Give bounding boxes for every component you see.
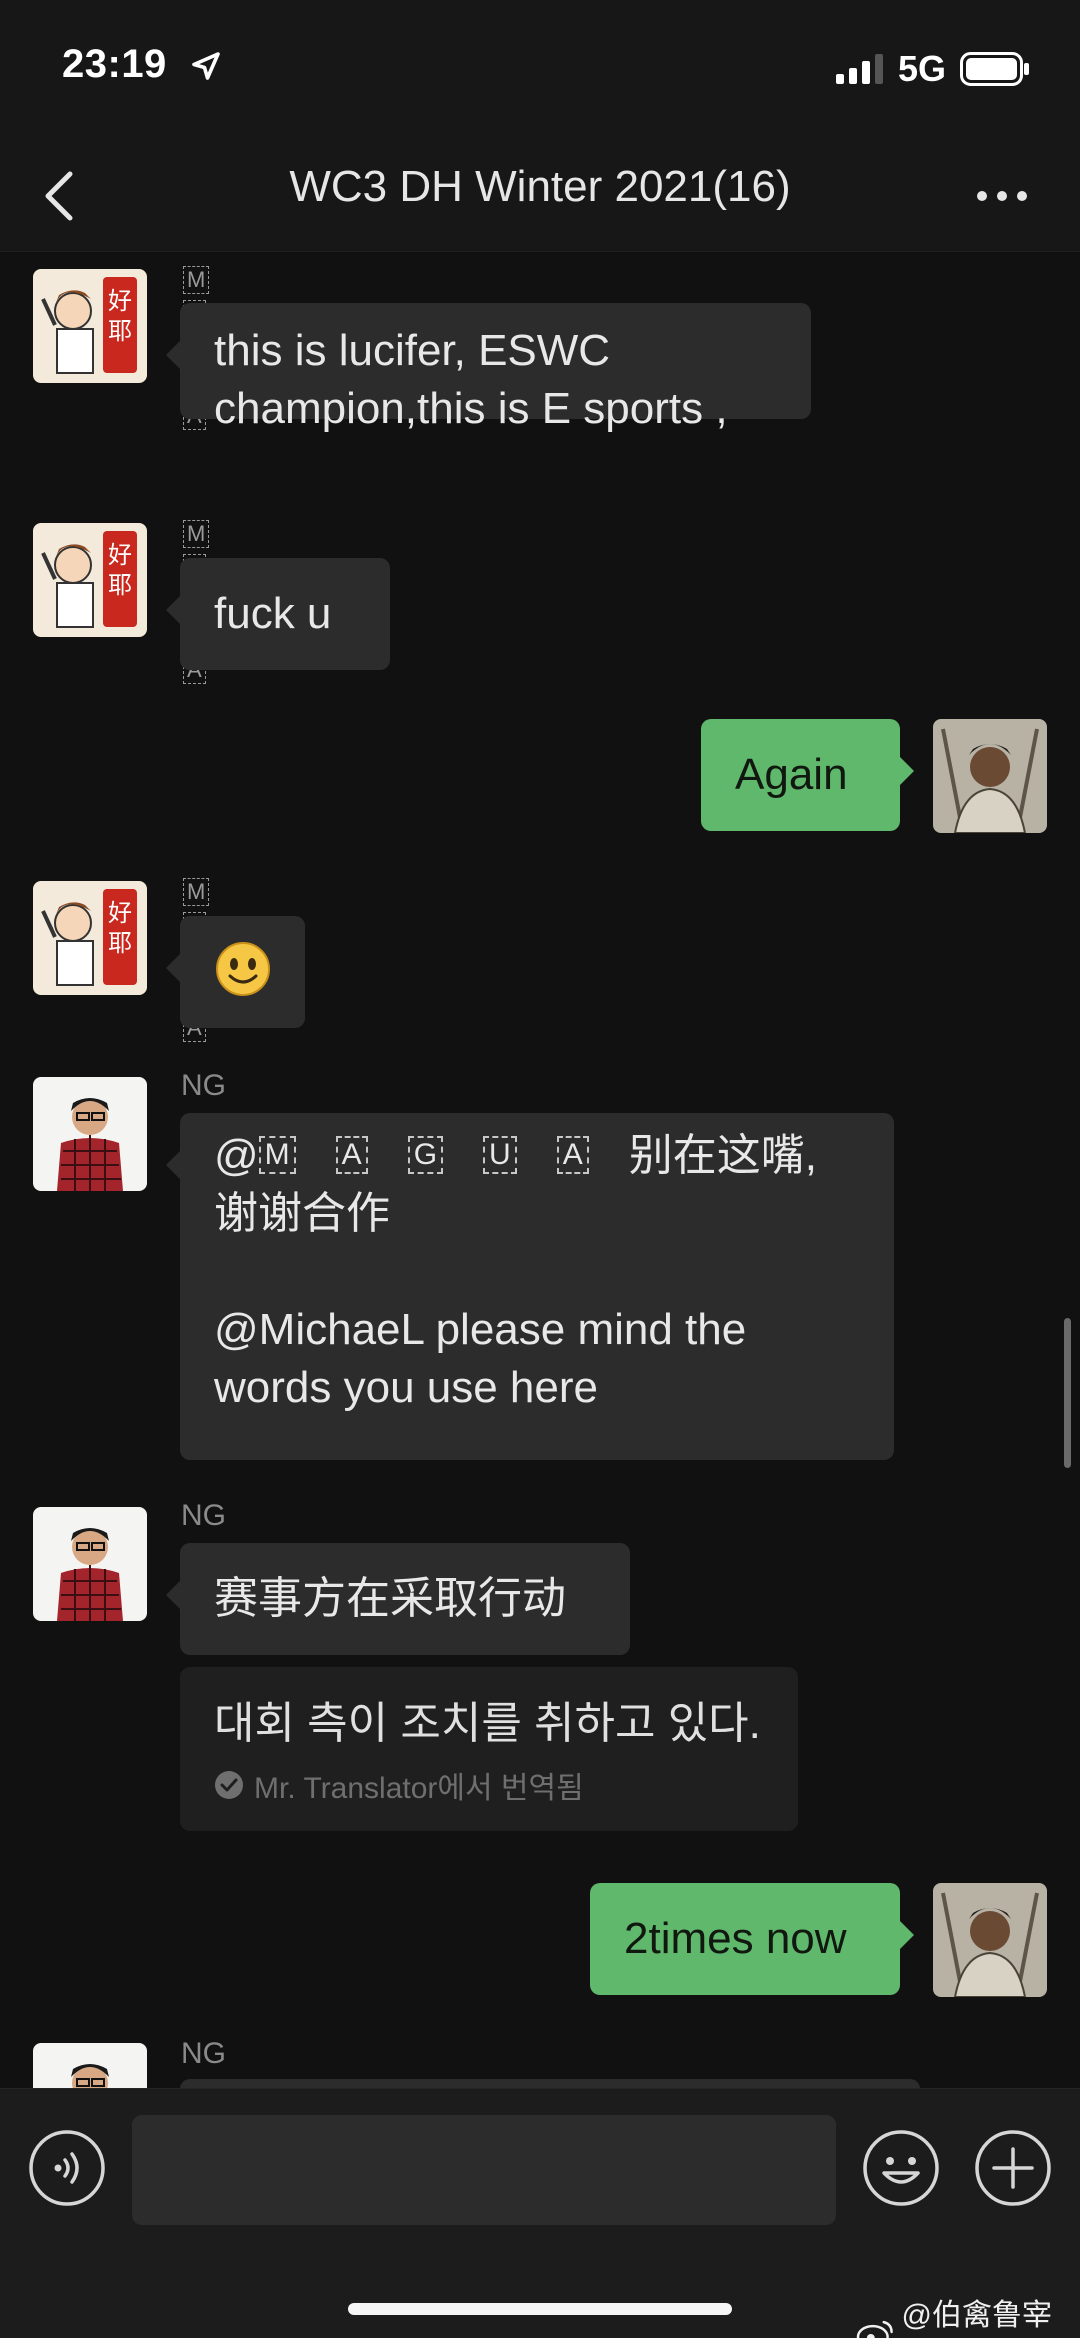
avatar-self[interactable] <box>933 719 1047 833</box>
check-circle-icon <box>215 1771 243 1799</box>
message-text: Again <box>735 750 848 799</box>
sender-name: NG <box>181 1069 226 1102</box>
message-bubble[interactable]: this is lucifer, ESWC champion,this is E… <box>166 303 811 433</box>
message-text: 2times now <box>624 1914 847 1963</box>
message-bubble-outgoing[interactable]: 2times now <box>590 1883 914 1995</box>
translation-box[interactable]: 대회 측이 조치를 취하고 있다. Mr. Translator에서 번역됨 <box>180 1667 798 1831</box>
battery-icon <box>960 52 1029 86</box>
message-bubble[interactable]: fuck u <box>166 558 390 670</box>
translation-text: 대회 측이 조치를 취하고 있다. <box>214 1699 761 1748</box>
voice-input-icon[interactable] <box>28 2129 106 2207</box>
message-bubble[interactable]: 赛事方在采取行动 <box>166 1543 630 1655</box>
svg-text:耶: 耶 <box>108 317 132 345</box>
cellular-signal-icon <box>836 54 883 84</box>
svg-text:耶: 耶 <box>108 929 132 957</box>
message-bubble[interactable] <box>180 2079 920 2088</box>
network-type: 5G <box>898 48 947 89</box>
more-options-icon[interactable] <box>972 176 1032 216</box>
message-text: words you use here <box>214 1363 598 1412</box>
translation-note-text: Mr. Translator에서 번역됨 <box>254 1772 584 1805</box>
message-bubble[interactable]: @ M A G U A 别在这嘴, 谢谢合作 @MichaeL please mind th… <box>166 1113 894 1460</box>
status-time: 23:19 <box>62 42 167 86</box>
mention-at: @ <box>214 1131 259 1180</box>
avatar-self[interactable] <box>933 1883 1047 1997</box>
message-bubble-outgoing[interactable]: Again <box>701 719 914 831</box>
translation-note: Mr. Translator에서 번역됨 <box>214 1763 764 1807</box>
message-text: 别在这嘴, <box>628 1131 817 1180</box>
message-text: fuck u <box>214 589 332 638</box>
message-list[interactable]: 好 耶 MAGUA this is lucifer, ESWC champion… <box>0 253 1080 2088</box>
svg-text:好: 好 <box>108 541 132 569</box>
status-bar: 23:19 5G <box>0 0 1080 140</box>
message-text: 谢谢合作 <box>214 1189 390 1238</box>
avatar-magua[interactable]: 好 耶 <box>33 523 147 637</box>
scroll-indicator[interactable] <box>1064 1318 1071 1468</box>
plus-icon[interactable] <box>974 2129 1052 2207</box>
watermark-text: @伯禽鲁宰旭 <box>901 2299 1053 2332</box>
watermark: @伯禽鲁宰旭 <box>856 2290 1080 2338</box>
back-chevron-icon[interactable] <box>40 166 80 226</box>
home-indicator[interactable] <box>348 2303 732 2315</box>
avatar-ng[interactable] <box>33 2043 147 2088</box>
message-text: this is lucifer, ESWC <box>214 326 611 375</box>
chat-header: WC3 DH Winter 2021(16) <box>0 140 1080 252</box>
message-text: champion,this is E sports , <box>214 384 728 433</box>
chat-title: WC3 DH Winter 2021(16) <box>289 162 791 211</box>
avatar-ng[interactable] <box>33 1507 147 1621</box>
svg-text:好: 好 <box>108 899 132 927</box>
avatar-magua[interactable]: 好 耶 <box>33 269 147 383</box>
message-input[interactable] <box>132 2115 836 2225</box>
svg-text:好: 好 <box>108 287 132 315</box>
sender-name: NG <box>181 2037 226 2070</box>
avatar-ng[interactable] <box>33 1077 147 1191</box>
emoji-icon[interactable] <box>862 2129 940 2207</box>
message-bubble[interactable] <box>166 916 305 1028</box>
svg-text:耶: 耶 <box>108 571 132 599</box>
message-text: @MichaeL please mind the <box>214 1305 747 1354</box>
message-text: 赛事方在采取行动 <box>214 1574 566 1623</box>
avatar-magua[interactable]: 好 耶 <box>33 881 147 995</box>
weibo-logo-icon <box>856 2320 893 2338</box>
sender-name: NG <box>181 1499 226 1532</box>
smile-emoji-icon <box>216 942 270 996</box>
location-arrow-icon <box>192 52 220 80</box>
